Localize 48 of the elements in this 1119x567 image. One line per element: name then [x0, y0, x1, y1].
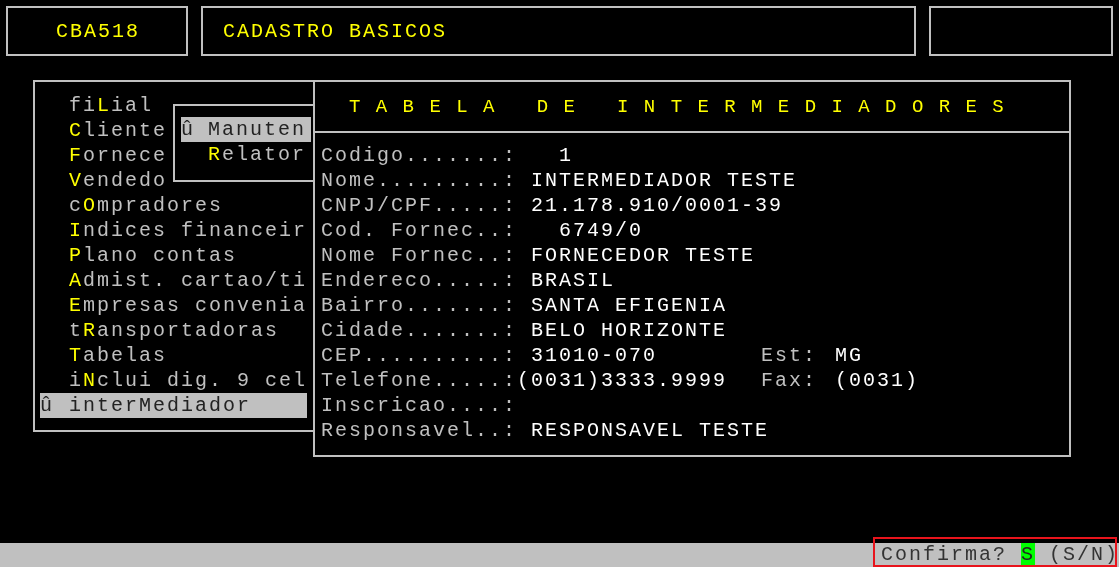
- menu-item[interactable]: û interMediador: [40, 393, 307, 418]
- field-value: 6749/0: [559, 218, 643, 243]
- field-label: Cod. Fornec..:: [321, 218, 517, 243]
- submenu-item[interactable]: Relator: [181, 142, 307, 167]
- field-label: Nome.........:: [321, 168, 517, 193]
- field-value: 31010-070: [531, 343, 658, 368]
- field-value: INTERMEDIADOR TESTE: [531, 168, 798, 193]
- field-label: Codigo.......:: [321, 143, 517, 168]
- field-label: Responsavel..:: [321, 418, 517, 443]
- field-label: Endereco.....:: [321, 268, 517, 293]
- field-value: FORNECEDOR TESTE: [531, 243, 756, 268]
- prompt-options: (S/N): [1049, 543, 1119, 565]
- menu-item[interactable]: iNclui dig. 9 cel: [40, 368, 308, 393]
- field-value: 21.178.910/0001-39: [531, 193, 784, 218]
- answer-field[interactable]: S: [1021, 543, 1036, 565]
- field-value: MG: [835, 343, 863, 368]
- field-value: 1: [559, 143, 573, 168]
- program-code: CBA518: [6, 6, 188, 56]
- field-label: Bairro.......:: [321, 293, 517, 318]
- field-label: Telefone.....:: [321, 368, 517, 393]
- field-label: Nome Fornec..:: [321, 243, 517, 268]
- menu-item[interactable]: I ndices financeir: [40, 218, 308, 243]
- menu-item[interactable]: Fornece: [40, 143, 168, 168]
- field-label: Est:: [761, 343, 817, 368]
- field-value: (0031): [835, 368, 919, 393]
- menu-item[interactable]: Vendedo: [40, 168, 168, 193]
- menu-item[interactable]: P lano contas: [40, 243, 238, 268]
- field-value: BELO HORIZONTE: [531, 318, 728, 343]
- menu-item[interactable]: Empresas convenia: [40, 293, 308, 318]
- field-label: CEP..........:: [321, 343, 517, 368]
- field-value: SANTA EFIGENIA: [531, 293, 728, 318]
- menu-item[interactable]: t Ransportadoras: [40, 318, 280, 343]
- menu-item[interactable]: Tabelas: [40, 343, 168, 368]
- prompt-text: Confirma?: [881, 543, 1008, 565]
- field-label: Inscricao....:: [321, 393, 517, 418]
- field-label: Cidade.......:: [321, 318, 517, 343]
- module-title: CADASTRO BASICOS: [201, 6, 916, 56]
- submenu-item[interactable]: û Manuten: [181, 117, 311, 142]
- field-value: (0031)3333.9999: [517, 368, 728, 393]
- field-label: CNPJ/CPF.....:: [321, 193, 517, 218]
- window-title: T A B E L A D E I N T E R M E D I A D O R E S: [349, 95, 1006, 118]
- menu-item[interactable]: fi Lial: [40, 93, 154, 118]
- menu-item[interactable]: cOmpradores: [40, 193, 224, 218]
- field-label: Fax:: [761, 368, 817, 393]
- field-value: BRASIL: [531, 268, 615, 293]
- field-value: RESPONSAVEL TESTE: [531, 418, 770, 443]
- menu-item[interactable]: Admist. cartao/ti: [40, 268, 308, 293]
- menu-item[interactable]: C liente: [40, 118, 168, 143]
